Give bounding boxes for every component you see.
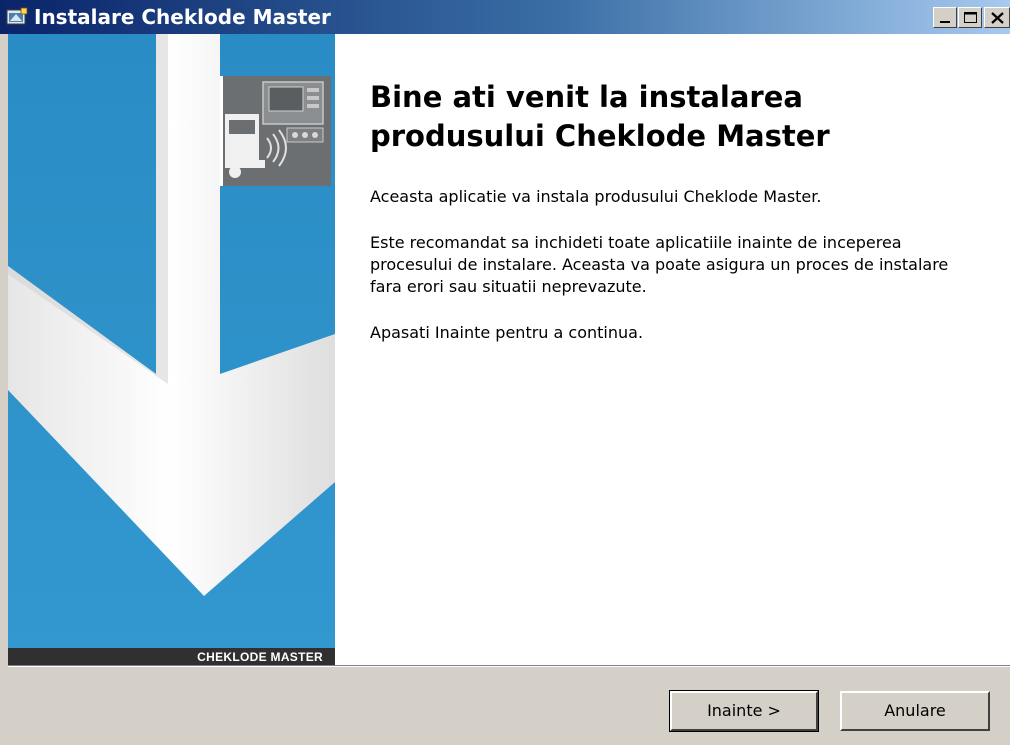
installer-icon [6,7,28,27]
product-logo [220,76,331,186]
window-title: Instalare Cheklode Master [34,5,331,29]
banner-brand-text: CHEKLODE MASTER [197,650,323,664]
title-bar[interactable]: Instalare Cheklode Master [0,0,1010,34]
button-bar: Inainte > Anulare [8,667,1010,745]
recommendation-paragraph: Este recomandat sa inchideti toate aplic… [370,233,949,296]
minimize-button[interactable] [933,7,957,28]
next-button[interactable]: Inainte > [669,690,819,732]
cancel-button[interactable]: Anulare [840,691,990,731]
maximize-icon [964,12,977,23]
close-icon [991,12,1004,24]
continue-instruction: Apasati Inainte pentru a continua. [370,323,644,342]
banner-footer: CHEKLODE MASTER [8,648,335,666]
truck-scanner-icon [225,81,324,178]
welcome-banner: CHEKLODE MASTER [8,34,335,666]
close-button[interactable] [984,7,1010,28]
welcome-heading: Bine ati venit la instalarea produsului … [370,80,830,153]
welcome-content: Bine ati venit la instalarea produsului … [370,78,990,368]
minimize-icon [940,21,950,23]
intro-paragraph: Aceasta aplicatie va instala produsului … [370,187,822,206]
window-left-border [0,34,8,745]
maximize-button[interactable] [958,7,982,28]
